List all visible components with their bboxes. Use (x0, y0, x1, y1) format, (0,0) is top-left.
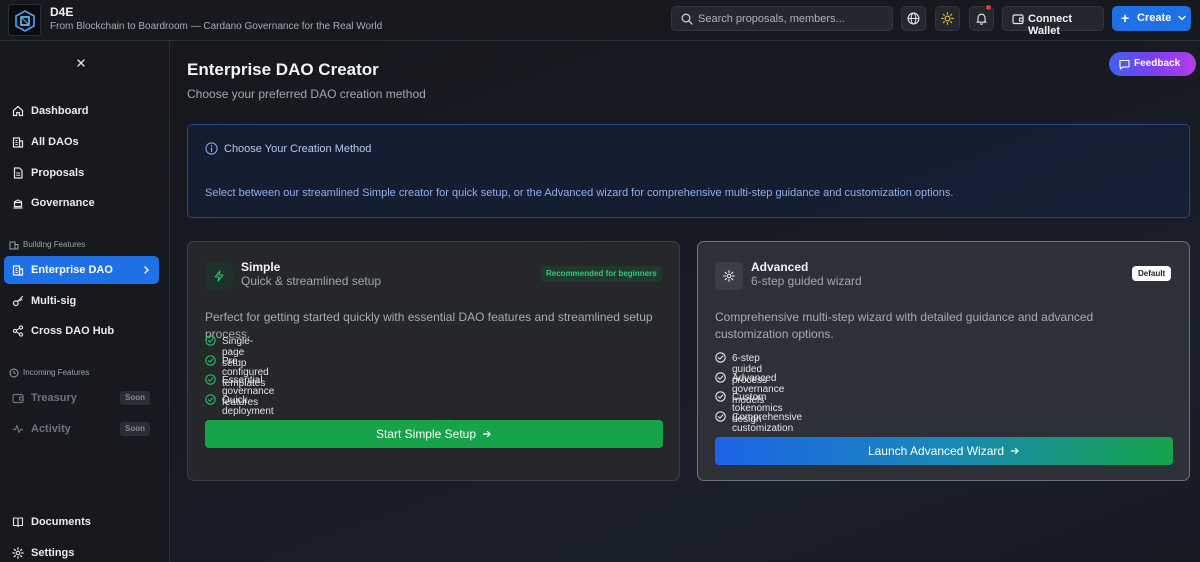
d4e-logo[interactable] (8, 4, 41, 36)
sidebar-item-proposals[interactable]: Proposals (4, 159, 159, 187)
card-subtitle: 6-step guided wizard (751, 274, 862, 288)
advanced-method-card[interactable]: Advanced 6-step guided wizard Default Co… (697, 241, 1190, 481)
building-icon (12, 265, 24, 276)
launch-advanced-wizard-button[interactable]: Launch Advanced Wizard (715, 437, 1173, 465)
search-box[interactable] (671, 6, 893, 31)
close-sidebar-icon[interactable] (75, 57, 87, 69)
logo-mark-icon (15, 10, 35, 32)
document-icon (13, 167, 23, 179)
theme-toggle-button[interactable] (935, 6, 960, 31)
lightning-icon (214, 270, 224, 282)
lightning-icon-wrap (205, 262, 233, 290)
sidebar-item-label: Activity (31, 423, 71, 435)
check-circle-icon (715, 352, 726, 363)
check-circle-icon (205, 335, 216, 346)
card-subtitle: Quick & streamlined setup (241, 274, 382, 288)
check-circle-icon (205, 354, 216, 366)
wallet-icon (12, 393, 24, 404)
clock-icon (9, 368, 19, 378)
create-button[interactable]: + Create (1112, 6, 1191, 31)
check-circle-icon (205, 393, 216, 405)
card-description: Perfect for getting started quickly with… (205, 310, 653, 341)
sidebar-item-label: Multi-sig (31, 295, 77, 307)
sidebar-item-dashboard[interactable]: Dashboard (4, 97, 159, 125)
connect-wallet-label: Connect Wallet (1028, 13, 1072, 37)
page-subtitle: Choose your preferred DAO creation metho… (187, 87, 426, 101)
book-icon (12, 517, 24, 528)
plus-icon: + (1121, 10, 1130, 26)
notifications-button[interactable] (969, 4, 994, 31)
notification-dot (985, 4, 992, 11)
simple-method-card[interactable]: Simple Quick & streamlined setup Recomme… (187, 241, 680, 481)
language-button[interactable] (901, 6, 926, 31)
info-description: Select between our streamlined Simple cr… (205, 187, 954, 199)
sidebar: Dashboard All DAOs Proposals Governance … (0, 41, 170, 562)
chevron-right-icon (144, 266, 149, 274)
sidebar-item-all-daos[interactable]: All DAOs (4, 128, 159, 156)
sidebar-item-label: Dashboard (31, 105, 89, 117)
sidebar-item-label: Proposals (31, 167, 85, 179)
info-box: Choose Your Creation Method Select betwe… (187, 124, 1190, 218)
sidebar-item-label: Documents (31, 516, 91, 528)
sidebar-item-settings[interactable]: Settings (4, 539, 159, 562)
check-circle-icon (715, 410, 726, 422)
gear-icon (12, 547, 24, 559)
sidebar-item-enterprise-dao[interactable]: Enterprise DAO (4, 256, 159, 284)
check-circle-icon (205, 374, 216, 385)
info-title: Choose Your Creation Method (224, 143, 372, 155)
sidebar-item-documents[interactable]: Documents (4, 508, 159, 536)
check-circle-icon (715, 371, 726, 383)
card-title: Simple (241, 260, 281, 274)
gear-icon (723, 270, 735, 282)
main-content: Enterprise DAO Creator Choose your prefe… (171, 41, 1200, 562)
wallet-icon (1012, 14, 1024, 25)
sidebar-item-cross-dao-hub[interactable]: Cross DAO Hub (4, 317, 159, 345)
sidebar-item-label: Enterprise DAO (31, 264, 113, 276)
create-label: Create (1137, 12, 1172, 24)
sidebar-item-treasury: Treasury Soon (4, 384, 159, 412)
feedback-label: Feedback (1134, 58, 1181, 69)
sidebar-item-label: Treasury (31, 392, 77, 404)
sidebar-item-label: Governance (31, 197, 95, 209)
building-icon (12, 137, 24, 148)
arrow-right-icon (1010, 447, 1019, 454)
card-description: Comprehensive multi-step wizard with det… (715, 310, 1094, 341)
globe-icon (907, 12, 920, 25)
soon-badge: Soon (120, 422, 150, 436)
sidebar-item-label: Settings (31, 547, 75, 559)
sun-icon (941, 12, 954, 25)
gear-icon-wrap (715, 262, 743, 290)
home-icon (12, 105, 24, 117)
key-icon (12, 295, 24, 307)
message-icon (1119, 59, 1130, 70)
sidebar-item-label: All DAOs (31, 136, 79, 148)
arrow-right-icon (482, 430, 491, 437)
bell-icon (976, 13, 987, 25)
building-small-icon (9, 241, 19, 250)
top-bar: D4E From Blockchain to Boardroom — Carda… (0, 0, 1200, 41)
search-input[interactable] (698, 9, 888, 28)
scale-icon (13, 199, 23, 209)
check-circle-icon (715, 391, 726, 402)
start-simple-setup-button[interactable]: Start Simple Setup (205, 420, 663, 448)
recommended-badge: Recommended for beginners (541, 266, 662, 282)
chevron-down-icon (1178, 15, 1186, 21)
search-icon (681, 13, 693, 25)
sidebar-item-label: Cross DAO Hub (31, 325, 115, 337)
card-title: Advanced (751, 260, 809, 274)
app-name: D4E (50, 5, 74, 19)
connect-wallet-button[interactable]: Connect Wallet (1002, 6, 1104, 37)
info-icon (205, 142, 218, 155)
default-badge: Default (1132, 266, 1172, 281)
sidebar-item-multi-sig[interactable]: Multi-sig (4, 287, 159, 315)
app-tagline: From Blockchain to Boardroom — Cardano G… (50, 21, 383, 32)
page-title: Enterprise DAO Creator (187, 60, 379, 79)
activity-icon (13, 424, 23, 434)
sidebar-item-governance[interactable]: Governance (4, 189, 159, 217)
feedback-button[interactable]: Feedback (1109, 52, 1196, 76)
share-icon (12, 325, 24, 337)
sidebar-item-activity: Activity Soon (4, 415, 159, 443)
soon-badge: Soon (120, 391, 150, 405)
